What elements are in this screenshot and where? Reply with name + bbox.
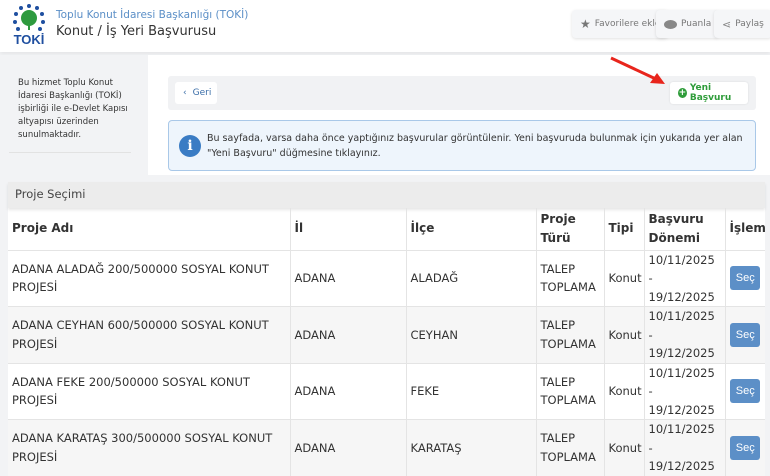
cell-name: ADANA KARATAŞ 300/500000 SOSYAL KONUT PR… (8, 419, 291, 476)
select-button[interactable]: Seç (730, 435, 761, 460)
col-header[interactable]: İl (290, 208, 407, 250)
project-table: Proje Adı İl İlçe Proje Türü Tipi Başvur… (8, 208, 766, 476)
cell-ilce: FEKE (406, 362, 537, 420)
sidebar: Bu hizmet Toplu Konut İdaresi Başkanlığı… (0, 55, 148, 175)
share-button[interactable]: ⋖ Paylaş (714, 10, 770, 38)
cell-tur: TALEP TOPLAMA (536, 362, 605, 420)
cell-donem: 10/11/2025 - 19/12/2025 (644, 306, 726, 363)
cell-il: ADANA (290, 249, 407, 307)
star-icon: ★ (580, 17, 591, 31)
cell-ilce: ALADAĞ (406, 249, 537, 307)
info-alert: i Bu sayfada, varsa daha önce yaptığınız… (168, 120, 756, 171)
sidebar-text: Bu hizmet Toplu Konut İdaresi Başkanlığı… (18, 78, 128, 140)
select-button[interactable]: Seç (730, 266, 761, 291)
table-header-row: Proje Adı İl İlçe Proje Türü Tipi Başvur… (8, 208, 766, 250)
share-label: Paylaş (735, 19, 764, 29)
cell-name: ADANA ALADAĞ 200/500000 SOSYAL KONUT PRO… (8, 249, 291, 307)
cell-il: ADANA (290, 419, 407, 476)
chevron-left-icon: ‹ (183, 88, 187, 98)
cell-action: Seç (725, 419, 765, 476)
col-header[interactable]: Proje Türü (536, 208, 605, 250)
select-button[interactable]: Seç (730, 379, 761, 404)
select-button[interactable]: Seç (730, 322, 761, 347)
cell-name: ADANA CEYHAN 600/500000 SOSYAL KONUT PRO… (8, 306, 291, 363)
institution-link[interactable]: Toplu Konut İdaresi Başkanlığı (TOKİ) (56, 9, 248, 21)
cell-ilce: CEYHAN (406, 306, 537, 363)
cell-action: Seç (725, 362, 765, 420)
col-header[interactable]: Proje Adı (8, 208, 291, 250)
col-header[interactable]: Başvuru Dönemi (644, 208, 726, 250)
back-label: Geri (192, 88, 212, 98)
info-icon: i (179, 135, 201, 157)
cell-il: ADANA (290, 306, 407, 363)
cell-tip: Konut (604, 362, 645, 420)
col-header[interactable]: İlçe (406, 208, 537, 250)
cell-donem: 10/11/2025 - 19/12/2025 (644, 249, 726, 307)
table-row: ADANA CEYHAN 600/500000 SOSYAL KONUT PRO… (8, 306, 765, 363)
favorite-button[interactable]: ★ Favorilere ekle (572, 10, 669, 38)
favorite-label: Favorilere ekle (594, 19, 661, 29)
cell-il: ADANA (290, 362, 407, 420)
table-row: ADANA KARATAŞ 300/500000 SOSYAL KONUT PR… (8, 419, 765, 476)
cell-tip: Konut (604, 306, 645, 363)
cell-action: Seç (725, 249, 765, 307)
rate-label: Puanla (681, 19, 712, 29)
cell-ilce: KARATAŞ (406, 419, 537, 476)
share-icon: ⋖ (722, 17, 732, 31)
cell-donem: 10/11/2025 - 19/12/2025 (644, 419, 726, 476)
svg-text:TOKİ: TOKİ (14, 32, 45, 47)
new-application-label: Yeni Başvuru (689, 83, 732, 103)
divider (9, 152, 131, 153)
cell-action: Seç (725, 306, 765, 363)
cell-tur: TALEP TOPLAMA (536, 249, 605, 307)
table-row: ADANA ALADAĞ 200/500000 SOSYAL KONUT PRO… (8, 249, 765, 307)
red-arrow-annotation (610, 56, 665, 84)
back-button[interactable]: ‹ Geri (175, 82, 217, 104)
cell-name: ADANA FEKE 200/500000 SOSYAL KONUT PROJE… (8, 362, 291, 420)
rate-button[interactable]: Puanla (656, 10, 720, 38)
table-row: ADANA FEKE 200/500000 SOSYAL KONUT PROJE… (8, 362, 765, 420)
col-header[interactable]: Tipi (604, 208, 645, 250)
header: TOKİ Toplu Konut İdaresi Başkanlığı (TOK… (0, 0, 770, 52)
plus-circle-icon: + (678, 88, 687, 98)
cell-tur: TALEP TOPLAMA (536, 306, 605, 363)
project-selection-panel: Proje Seçimi Proje Adı İl İlçe Proje Tür… (8, 182, 766, 476)
toki-logo[interactable]: TOKİ (8, 3, 50, 47)
panel-title: Proje Seçimi (8, 182, 765, 208)
info-text: Bu sayfada, varsa daha önce yaptığınız b… (207, 133, 743, 159)
cell-donem: 10/11/2025 - 19/12/2025 (644, 362, 726, 420)
cell-tip: Konut (604, 249, 645, 307)
comment-icon (664, 19, 677, 29)
page-title: Konut / İş Yeri Başvurusu (56, 24, 217, 39)
cell-tip: Konut (604, 419, 645, 476)
new-application-button[interactable]: + Yeni Başvuru (670, 82, 748, 104)
col-header[interactable]: İşlem (725, 208, 766, 250)
cell-tur: TALEP TOPLAMA (536, 419, 605, 476)
